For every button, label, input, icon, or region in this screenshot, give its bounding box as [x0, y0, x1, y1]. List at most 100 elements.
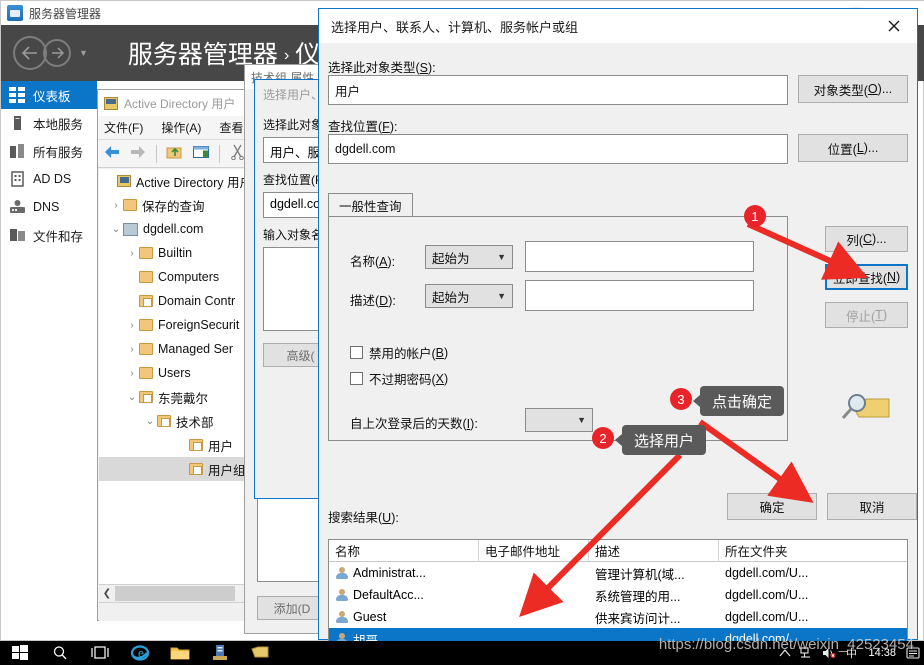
cell-name: Administrat... — [329, 566, 479, 580]
search-results-label: 搜索结果(U): — [328, 507, 399, 526]
close-icon[interactable] — [871, 9, 917, 43]
back-arrow-icon[interactable] — [13, 36, 47, 70]
dashboard-icon — [9, 87, 26, 103]
sidebar-item-dns[interactable]: DNS — [1, 193, 97, 221]
location-input[interactable]: dgdell.com — [328, 134, 788, 164]
tree-item-label: Domain Contr — [158, 294, 236, 308]
sidebar-item-ad-ds[interactable]: AD DS — [1, 165, 97, 193]
tab-general-query[interactable]: 一般性查询 — [328, 193, 413, 217]
columns-button[interactable]: 列(C)... — [825, 226, 908, 252]
folder-icon — [139, 343, 153, 355]
description-query-input[interactable] — [525, 280, 754, 311]
name-label: 名称(A): — [350, 251, 395, 270]
disabled-accounts-checkbox[interactable]: 禁用的帐户(B) — [350, 343, 448, 362]
table-row[interactable]: DefaultAcc... 系统管理的用... dgdell.com/U... — [329, 584, 907, 606]
search-icon[interactable] — [40, 641, 80, 665]
ad-ds-icon — [9, 171, 26, 187]
chevron-right-icon[interactable]: › — [125, 320, 139, 331]
checkbox-box[interactable] — [350, 372, 363, 385]
stop-button-label: 停止( — [846, 309, 876, 324]
chevron-right-icon[interactable]: › — [125, 248, 139, 259]
user-icon — [335, 566, 349, 580]
console-root-icon — [117, 175, 131, 187]
add-member-button[interactable]: 添加(D — [257, 596, 327, 620]
folder-yellow-icon[interactable] — [240, 641, 280, 665]
object-type-input[interactable]: 用户 — [328, 75, 788, 105]
checkbox-box[interactable] — [350, 346, 363, 359]
column-header-description[interactable]: 描述 — [589, 540, 719, 561]
chevron-down-icon[interactable]: ⌄ — [109, 224, 123, 235]
name-condition-select[interactable]: 起始为 ▼ — [425, 245, 513, 269]
sidebar-item-label: DNS — [33, 200, 60, 214]
non-expiring-password-checkbox[interactable]: 不过期密码(X) — [350, 369, 448, 388]
menu-file[interactable]: 文件(F) — [104, 119, 143, 136]
local-server-icon — [9, 115, 26, 131]
object-types-button-label: 对象类型( — [813, 83, 868, 98]
stop-button-accel: T — [875, 308, 883, 322]
scrollbar-thumb[interactable] — [115, 585, 235, 601]
task-view-icon[interactable] — [80, 641, 120, 665]
sidebar-item-all-servers[interactable]: 所有服务 — [1, 137, 97, 165]
menu-view[interactable]: 查看 — [219, 119, 243, 136]
menu-action[interactable]: 操作(A) — [161, 119, 201, 136]
server-manager-sidebar: 仪表板 本地服务 所有服务 AD DS DNS 文件和存 — [1, 81, 97, 621]
forward-arrow-icon[interactable] — [43, 39, 71, 67]
scroll-left-icon[interactable]: ❮ — [99, 588, 115, 599]
tree-item-label: Computers — [158, 270, 220, 284]
chevron-down-icon[interactable]: ▼ — [79, 48, 88, 58]
column-header-folder[interactable]: 所在文件夹 — [719, 540, 907, 561]
table-row[interactable]: Administrat... 管理计算机(域... dgdell.com/U..… — [329, 562, 907, 584]
description-label: 描述(D): — [350, 290, 396, 309]
object-types-button-accel: O — [867, 82, 878, 96]
object-types-button[interactable]: 对象类型(O)... — [798, 75, 908, 103]
description-condition-select[interactable]: 起始为 ▼ — [425, 284, 513, 308]
disabled-accounts-tail: ) — [444, 345, 449, 360]
chevron-right-icon[interactable]: › — [125, 368, 139, 379]
location-label: 查找位置(F): — [328, 120, 398, 134]
find-now-button[interactable]: 立即查找(N) — [825, 264, 908, 290]
ad-window-title: Active Directory 用户 — [124, 96, 236, 111]
tree-item-label: Builtin — [158, 246, 193, 260]
cancel-button[interactable]: 取消 — [827, 493, 917, 520]
chevron-down-icon[interactable]: ⌄ — [143, 416, 157, 427]
description-label-text: 描述( — [350, 294, 380, 308]
tree-item-label: 保存的查询 — [142, 199, 205, 214]
internet-explorer-icon[interactable]: e — [120, 641, 160, 665]
tree-item-label: 技术部 — [176, 415, 214, 430]
sidebar-item-local-server[interactable]: 本地服务 — [1, 109, 97, 137]
column-header-name[interactable]: 名称 — [329, 540, 479, 561]
up-folder-icon[interactable] — [165, 144, 185, 164]
ok-button[interactable]: 确定 — [727, 493, 817, 520]
select-users-dialog-titlebar: 选择用户、联系人、计算机、服务帐户或组 — [319, 9, 917, 43]
location-button-tail: )... — [863, 141, 879, 155]
file-explorer-icon[interactable] — [160, 641, 200, 665]
select-users-dialog-body: 选择此对象类型(S): 用户 对象类型(O)... 查找位置(F): dgdel… — [319, 43, 917, 657]
sidebar-item-dashboard[interactable]: 仪表板 — [1, 81, 97, 109]
console-icon — [104, 96, 118, 110]
server-manager-title: 服务器管理器 — [29, 6, 102, 21]
chevron-down-icon[interactable]: ⌄ — [125, 392, 139, 403]
days-since-logon-select[interactable]: ▼ — [525, 408, 593, 432]
cell-name-text: Administrat... — [353, 566, 426, 580]
start-icon[interactable] — [0, 641, 40, 665]
location-button[interactable]: 位置(L)... — [798, 134, 908, 162]
columns-button-accel: C — [863, 232, 873, 246]
forward-arrow-icon[interactable] — [128, 144, 148, 164]
name-query-input[interactable] — [525, 241, 754, 272]
tree-item-label: Managed Ser — [158, 342, 234, 356]
table-row[interactable]: Guest 供来宾访问计... dgdell.com/U... — [329, 606, 907, 628]
back-arrow-icon[interactable] — [102, 144, 122, 164]
chevron-right-icon[interactable]: › — [109, 200, 123, 211]
dialog-title: 选择用户、联系人、计算机、服务帐户或组 — [331, 19, 579, 35]
server-manager-icon[interactable] — [200, 641, 240, 665]
show-pane-icon[interactable] — [191, 144, 211, 164]
sidebar-item-label: 文件和存 — [33, 229, 84, 244]
chevron-down-icon: ▼ — [577, 415, 586, 425]
disabled-accounts-accel: B — [435, 345, 445, 360]
column-header-email[interactable]: 电子邮件地址 — [479, 540, 589, 561]
sidebar-item-file-storage[interactable]: 文件和存 — [1, 221, 97, 249]
annotation-callout-2: 选择用户 — [614, 425, 707, 455]
chevron-right-icon[interactable]: › — [125, 344, 139, 355]
breadcrumb-separator: › — [283, 47, 290, 64]
ou-folder-icon — [139, 295, 153, 307]
